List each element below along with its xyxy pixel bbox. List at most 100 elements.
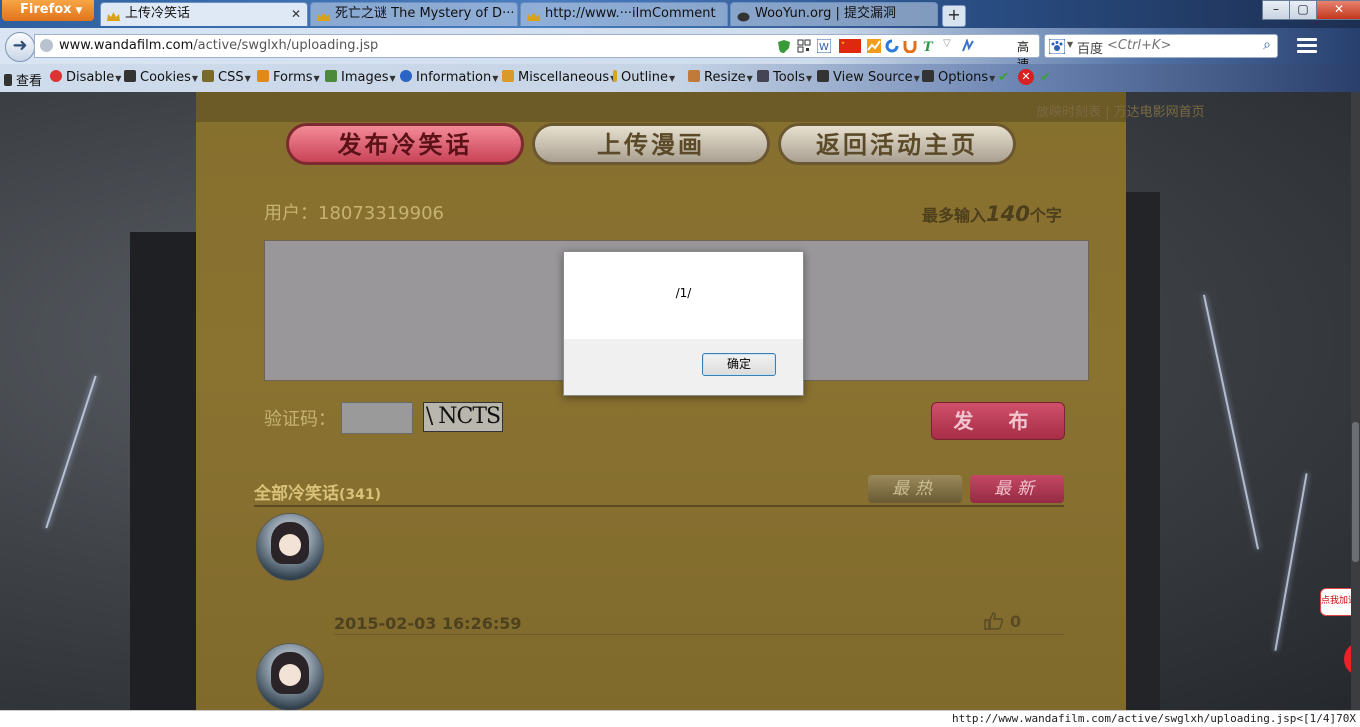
post-timestamp: 2015-02-03 16:26:59 xyxy=(334,614,522,633)
engine-dropdown-icon[interactable]: ▼ xyxy=(1067,40,1073,49)
divider xyxy=(334,634,1064,635)
tools-icon xyxy=(757,70,769,82)
china-flag-icon[interactable] xyxy=(839,39,861,53)
divider xyxy=(254,505,1064,507)
maximize-button[interactable]: ▢ xyxy=(1289,0,1317,20)
status-bar: http://www.wandafilm.com/active/swglxh/u… xyxy=(0,710,1360,727)
search-engine-label: 百度 xyxy=(1077,42,1104,57)
toolbar-item-view[interactable]: 查看 xyxy=(4,70,42,89)
toolbar-item-outline[interactable]: Outline▼ xyxy=(613,70,675,85)
user-label: 用户：18073319906 xyxy=(264,203,444,224)
search-icon[interactable]: ⌕ xyxy=(1263,37,1271,53)
svg-text:W: W xyxy=(819,42,829,53)
top-links[interactable]: 放映时刻表 | 万达电影网首页 xyxy=(1036,101,1205,120)
sort-hottest-button[interactable]: 最热 xyxy=(868,475,962,503)
lightning-decoration xyxy=(1202,294,1260,550)
alert-body: /1/ xyxy=(564,252,803,339)
title-bar: Firefox ▼ 上传冷笑话 ✕ 死亡之谜 The Mystery of D··… xyxy=(0,0,1360,28)
search-bar[interactable]: ▼ 百度 ⌕ xyxy=(1044,34,1278,58)
tab-film-comment[interactable]: http://www.···ilmComment xyxy=(520,2,728,26)
tab-publish-joke[interactable]: 发布冷笑话 xyxy=(286,123,524,165)
background-tower xyxy=(130,232,200,710)
forms-icon xyxy=(257,70,269,82)
qr-code-icon[interactable] xyxy=(797,39,811,53)
toolbar-item-forms[interactable]: Forms▼ xyxy=(257,70,320,85)
status-text: http://www.wandafilm.com/active/swglxh/u… xyxy=(952,712,1356,725)
captcha-input[interactable] xyxy=(341,402,413,434)
wooyun-favicon-icon xyxy=(737,8,750,22)
alert-dialog: /1/ 确定 xyxy=(563,251,804,396)
valid-check-icon[interactable]: ✔ xyxy=(998,70,1009,85)
lightning-decoration xyxy=(1274,473,1308,651)
info-icon xyxy=(400,70,412,82)
pencil-icon xyxy=(613,70,617,82)
options-icon xyxy=(922,70,934,82)
avatar[interactable] xyxy=(256,513,324,581)
horseshoe-addon-icon[interactable] xyxy=(903,39,917,53)
minimize-button[interactable]: – xyxy=(1262,0,1290,20)
search-input[interactable] xyxy=(1107,38,1247,53)
error-icon[interactable]: ✕ xyxy=(1018,69,1034,85)
swirl-addon-icon[interactable] xyxy=(885,39,899,53)
tab-close-icon[interactable]: ✕ xyxy=(291,3,301,25)
thumbs-up-icon xyxy=(984,612,1004,630)
tab-back-to-activity-home[interactable]: 返回活动主页 xyxy=(778,123,1016,165)
scrollbar[interactable] xyxy=(1351,92,1360,710)
resize-icon xyxy=(688,70,700,82)
url-text[interactable]: www.wandafilm.com/active/swglxh/uploadin… xyxy=(59,38,378,53)
avatar[interactable] xyxy=(256,643,324,710)
shield-icon[interactable] xyxy=(777,39,791,53)
toolbar-item-miscellaneous[interactable]: Miscellaneous▼ xyxy=(502,70,616,85)
tab-mystery[interactable]: 死亡之谜 The Mystery of D··· xyxy=(310,2,518,26)
tab-label: 死亡之谜 The Mystery of D··· xyxy=(335,6,515,21)
web-developer-toolbar: 查看 Disable▼ Cookies▼ CSS▼ Forms▼ Images▼… xyxy=(0,64,1360,92)
url-bar[interactable]: www.wandafilm.com/active/swglxh/uploadin… xyxy=(34,34,1063,71)
hamburger-menu-icon[interactable] xyxy=(1294,36,1320,56)
tab-upload-comic[interactable]: 上传漫画 xyxy=(532,123,770,165)
publish-button[interactable]: 发 布 xyxy=(931,402,1065,440)
navigation-bar: ➜ www.wandafilm.com/active/swglxh/upload… xyxy=(0,28,1360,71)
toolbar-item-resize[interactable]: Resize▼ xyxy=(688,70,753,85)
new-tab-button[interactable]: + xyxy=(942,5,966,27)
dropdown-arrow-icon[interactable]: ▽ xyxy=(943,38,951,49)
toolbar-item-css[interactable]: CSS▼ xyxy=(202,70,251,85)
captcha-label: 验证码： xyxy=(264,409,336,430)
like-button[interactable]: 0 xyxy=(984,612,1021,631)
firefox-menu-button[interactable]: Firefox ▼ xyxy=(2,0,94,21)
max-char-label: 最多输入140个字 xyxy=(922,202,1062,226)
valid-check-icon[interactable]: ✔ xyxy=(1040,70,1051,85)
content-panel: 放映时刻表 | 万达电影网首页 发布冷笑话 上传漫画 返回活动主页 用户：180… xyxy=(196,92,1205,710)
toolbar-item-options[interactable]: Options▼ xyxy=(922,70,995,85)
tab-wooyun[interactable]: WooYun.org | 提交漏洞 xyxy=(730,2,938,26)
scrollbar-thumb[interactable] xyxy=(1352,422,1359,562)
toolbar-item-view-source[interactable]: View Source▼ xyxy=(817,70,920,85)
crown-favicon-icon xyxy=(527,8,540,21)
alert-message: /1/ xyxy=(675,286,692,300)
background-tower xyxy=(1120,192,1160,710)
toolbar-item-images[interactable]: Images▼ xyxy=(325,70,396,85)
back-button[interactable]: ➜ xyxy=(5,32,35,62)
chart-addon-icon[interactable] xyxy=(867,39,881,53)
tab-label: http://www.···ilmComment xyxy=(545,6,716,21)
disable-icon xyxy=(50,70,62,82)
top-strip xyxy=(196,92,1126,122)
toolbar-item-disable[interactable]: Disable▼ xyxy=(50,70,121,85)
alert-ok-button[interactable]: 确定 xyxy=(702,353,776,376)
view-icon xyxy=(4,74,12,86)
speed-n-icon[interactable] xyxy=(961,39,975,53)
page-viewport: 放映时刻表 | 万达电影网首页 发布冷笑话 上传漫画 返回活动主页 用户：180… xyxy=(0,92,1360,710)
baidu-paw-icon[interactable] xyxy=(1049,39,1065,54)
toolbar-item-tools[interactable]: Tools▼ xyxy=(757,70,812,85)
toolbar-item-cookies[interactable]: Cookies▼ xyxy=(124,70,198,85)
source-icon xyxy=(817,70,829,82)
css-wand-icon xyxy=(202,70,214,82)
captcha-image[interactable]: \ NCTS xyxy=(423,402,503,432)
tab-upload-joke[interactable]: 上传冷笑话 ✕ xyxy=(100,2,308,26)
tab-label: 上传冷笑话 xyxy=(125,6,191,21)
toolbar-item-information[interactable]: Information▼ xyxy=(400,70,498,85)
close-window-button[interactable]: ✕ xyxy=(1316,0,1360,20)
sort-newest-button[interactable]: 最新 xyxy=(970,475,1064,503)
t-addon-icon[interactable]: T xyxy=(921,39,935,53)
globe-icon xyxy=(40,39,53,52)
word-icon[interactable]: W xyxy=(817,39,831,53)
